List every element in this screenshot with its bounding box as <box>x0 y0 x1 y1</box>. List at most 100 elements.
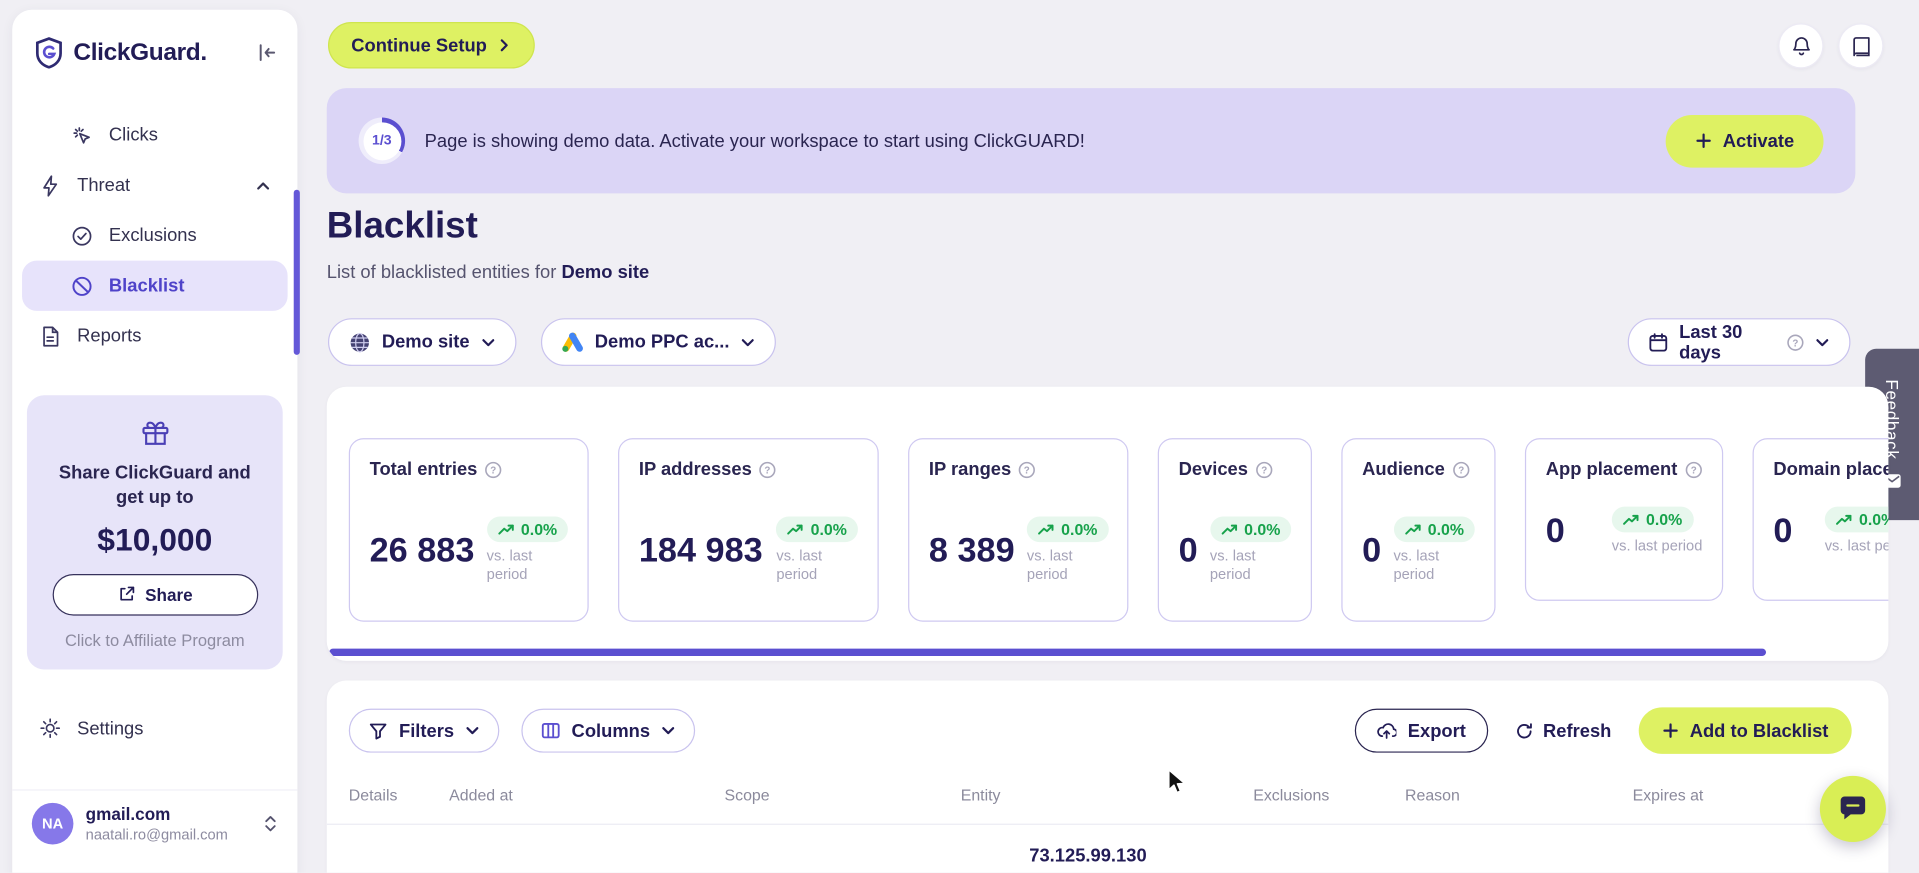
sidebar-item-label: Exclusions <box>108 225 197 246</box>
question-circle-icon[interactable]: ? <box>759 461 776 478</box>
chevron-down-icon <box>465 723 480 738</box>
question-circle-icon[interactable]: ? <box>1452 461 1469 478</box>
stat-value: 8 389 <box>928 530 1015 569</box>
trend-badge: 0.0% <box>1026 516 1109 543</box>
stat-label: IP addresses <box>638 458 752 480</box>
stat-label: Audience <box>1362 458 1445 480</box>
column-header-scope: Scope <box>724 785 770 805</box>
page-subtitle: List of blacklisted entities for Demo si… <box>327 262 649 283</box>
sidebar-item-clicks[interactable]: Clicks <box>22 110 288 160</box>
stat-label: IP ranges <box>928 458 1012 480</box>
speech-bubble-icon <box>1837 794 1869 823</box>
export-button[interactable]: Export <box>1355 708 1488 753</box>
stats-panel: Total entries ? 26 883 0.0% vs. last per… <box>326 386 1889 661</box>
gift-icon <box>44 417 266 449</box>
refresh-button[interactable]: Refresh <box>1515 720 1611 741</box>
stat-delta: 0.0% <box>1061 520 1098 539</box>
ppc-account-selector[interactable]: Demo PPC ac... <box>540 318 776 366</box>
question-circle-icon[interactable]: ? <box>485 461 502 478</box>
question-circle-icon[interactable]: ? <box>1018 461 1036 478</box>
continue-setup-label: Continue Setup <box>351 34 487 56</box>
brand-name: ClickGuard. <box>73 38 207 66</box>
sidebar-item-threat[interactable]: Threat <box>22 160 288 210</box>
ban-icon <box>71 275 93 297</box>
stat-vs-label: vs. last period <box>1393 547 1440 583</box>
sidebar-item-label: Reports <box>77 325 142 347</box>
column-header-added-at: Added at <box>449 785 513 805</box>
sidebar-item-exclusions[interactable]: Exclusions <box>22 211 288 261</box>
stat-label: Total entries <box>369 458 478 480</box>
filters-dropdown[interactable]: Filters <box>348 708 500 753</box>
chevron-updown-icon <box>263 814 278 834</box>
promo-amount: $10,000 <box>97 520 213 558</box>
sidebar-collapse-icon[interactable] <box>256 43 278 63</box>
stat-value: 0 <box>1178 530 1198 569</box>
affiliate-link[interactable]: Click to Affiliate Program <box>44 631 266 649</box>
table-toolbar: Filters Columns Export Refresh Add to Bl… <box>327 680 1889 754</box>
settings-label: Settings <box>77 717 144 739</box>
sidebar-scrollbar[interactable] <box>293 189 300 355</box>
sidebar-nav: Clicks Threat Exclusions Blacklist Repor… <box>12 110 297 361</box>
click-icon <box>71 124 93 146</box>
demo-data-banner: 1/3 Page is showing demo data. Activate … <box>326 88 1856 194</box>
globe-icon <box>349 331 371 353</box>
stat-value: 0 <box>1362 530 1382 569</box>
add-to-blacklist-label: Add to Blacklist <box>1689 720 1829 742</box>
sidebar-item-blacklist[interactable]: Blacklist <box>22 260 288 311</box>
account-info: gmail.com naatali.ro@gmail.com <box>86 804 228 843</box>
stat-delta: 0.0% <box>810 520 847 539</box>
share-button[interactable]: Share <box>52 573 258 615</box>
question-circle-icon[interactable]: ? <box>1685 461 1702 478</box>
chevron-up-icon[interactable] <box>256 178 271 193</box>
stat-delta: 0.0% <box>1244 520 1281 539</box>
stats-scrollbar-thumb[interactable] <box>329 648 1767 656</box>
docs-button[interactable] <box>1838 23 1884 69</box>
chevron-down-icon <box>481 335 496 350</box>
share-button-label: Share <box>145 584 193 604</box>
columns-dropdown[interactable]: Columns <box>521 708 696 753</box>
stat-card-devices: Devices ? 0 0.0% vs. last period <box>1157 438 1312 622</box>
logo-row: ClickGuard. <box>12 10 297 69</box>
cell-exclusions <box>1253 854 1405 856</box>
trend-badge: 0.0% <box>486 516 569 543</box>
activate-label: Activate <box>1722 130 1795 152</box>
stat-vs-label: vs. last period <box>776 547 823 583</box>
stat-label: App placement <box>1545 458 1678 480</box>
svg-text:?: ? <box>1261 465 1267 476</box>
account-switcher[interactable]: NA gmail.com naatali.ro@gmail.com <box>12 789 298 856</box>
funnel-icon <box>368 721 388 741</box>
external-link-icon <box>117 585 135 603</box>
table-actions: Export Refresh Add to Blacklist <box>1355 707 1852 754</box>
date-range-selector[interactable]: Last 30 days ? <box>1627 318 1851 366</box>
question-circle-icon[interactable]: ? <box>1255 461 1273 478</box>
sidebar-item-reports[interactable]: Reports <box>22 311 288 361</box>
column-header-reason: Reason <box>1404 785 1460 805</box>
chevron-right-icon <box>497 38 512 53</box>
stat-card-ip-addresses: IP addresses ? 184 983 0.0% vs. last per… <box>618 438 879 622</box>
question-circle-icon[interactable]: ? <box>1787 333 1804 351</box>
stat-vs-label: vs. last period <box>486 547 533 583</box>
site-selector[interactable]: Demo site <box>327 318 517 366</box>
trend-badge: 0.0% <box>776 516 858 543</box>
trend-badge: 0.0% <box>1824 506 1889 533</box>
setup-progress-value: 1/3 <box>362 121 401 160</box>
stat-card-ip-ranges: IP ranges ? 8 389 0.0% vs. last period <box>908 438 1129 622</box>
stat-vs-label: vs. last period <box>1209 547 1256 583</box>
table-header-row: Details Added at Scope Entity Exclusions… <box>327 786 1889 804</box>
table-row[interactable]: 73.125.99.130 <box>326 823 1889 873</box>
chat-widget-button[interactable] <box>1819 775 1886 843</box>
date-range-value: Last 30 days <box>1679 321 1743 363</box>
page-title: Blacklist <box>326 205 478 246</box>
columns-label: Columns <box>571 720 651 742</box>
svg-text:?: ? <box>1792 338 1798 349</box>
chevron-down-icon <box>740 335 755 350</box>
cell-expires-at <box>1633 854 1889 856</box>
banner-message: Page is showing demo data. Activate your… <box>424 130 1085 152</box>
add-to-blacklist-button[interactable]: Add to Blacklist <box>1638 707 1852 754</box>
stat-delta: 0.0% <box>1427 520 1464 539</box>
continue-setup-button[interactable]: Continue Setup <box>327 22 535 69</box>
gear-icon <box>39 717 61 739</box>
notifications-button[interactable] <box>1778 23 1824 69</box>
activate-button[interactable]: Activate <box>1665 114 1824 168</box>
sidebar-item-settings[interactable]: Settings <box>22 703 288 753</box>
